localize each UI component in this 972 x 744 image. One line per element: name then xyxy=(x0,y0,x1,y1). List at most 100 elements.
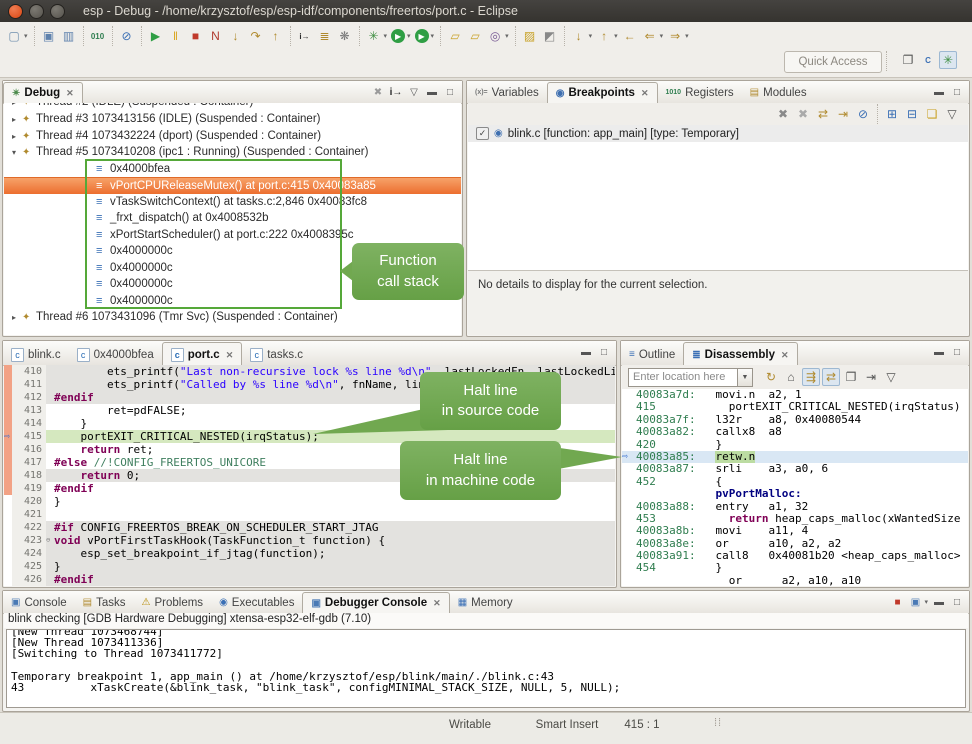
maximize-icon[interactable]: □ xyxy=(596,344,612,360)
remove-all-terminated-icon[interactable]: ✖ xyxy=(370,84,386,100)
terminate-icon[interactable]: ■ xyxy=(889,594,905,610)
view-menu-icon[interactable]: ▽ xyxy=(406,84,422,100)
forward-icon[interactable]: ⇒ xyxy=(666,27,684,45)
debug-tree-frame-row[interactable]: ≡xPortStartScheduler() at port.c:222 0x4… xyxy=(4,227,461,244)
breakpoint-row[interactable]: ✓ ◉ blink.c [function: app_main] [type: … xyxy=(468,125,968,142)
disassembly-listing[interactable]: 40083a7d: movi.n a2, 1415 portEXIT_CRITI… xyxy=(622,389,968,586)
step-return-icon[interactable]: ↑ xyxy=(267,27,285,45)
new-cpp-project-icon[interactable]: ▱ xyxy=(446,27,464,45)
binary-literals-icon[interactable]: 010 xyxy=(89,27,107,45)
track-expression-icon[interactable]: ⇄ xyxy=(822,368,840,386)
console-output[interactable]: [New Thread 1073468744][New Thread 10734… xyxy=(6,629,966,708)
link-with-debug-view-icon[interactable]: ❏ xyxy=(923,105,941,123)
disconnect-icon[interactable]: N xyxy=(207,27,225,45)
run-dropdown-icon[interactable]: ▾ xyxy=(407,32,411,40)
tree-expand-icon[interactable]: ▸ xyxy=(12,129,22,146)
debug-tree-thread-row[interactable]: ▸✦Thread #4 1073432224 (dport) (Suspende… xyxy=(4,128,461,145)
remove-selected-breakpoint-icon[interactable]: ✖ xyxy=(774,105,792,123)
maximize-icon[interactable]: □ xyxy=(949,84,965,100)
tab-close-icon[interactable]: ✕ xyxy=(641,88,649,99)
tab-outline[interactable]: ≡Outline xyxy=(621,342,683,365)
location-input[interactable]: Enter location here xyxy=(628,368,738,387)
search-icon[interactable]: ◎ xyxy=(486,27,504,45)
tab-0x4000bfea[interactable]: c0x4000bfea xyxy=(69,342,162,365)
tab-debug[interactable]: ✴Debug✕ xyxy=(3,82,83,103)
remove-all-breakpoints-icon[interactable]: ✖ xyxy=(794,105,812,123)
debug-tree-frame-row[interactable]: ≡vPortCPUReleaseMutex() at port.c:415 0x… xyxy=(4,177,461,194)
tab-blink-c[interactable]: cblink.c xyxy=(3,342,69,365)
tab-breakpoints[interactable]: ◉Breakpoints✕ xyxy=(547,82,658,103)
tab-debugger-console[interactable]: ▣Debugger Console✕ xyxy=(302,592,449,613)
tab-close-icon[interactable]: ✕ xyxy=(433,598,441,609)
tree-expand-icon[interactable]: ▸ xyxy=(12,310,22,327)
minimize-icon[interactable]: ▬ xyxy=(931,594,947,610)
display-selected-console-icon[interactable]: ▣ xyxy=(907,594,923,610)
debug-tree-thread-row[interactable]: ▾✦Thread #5 1073410208 (ipc1 : Running) … xyxy=(4,144,461,161)
new-dropdown-icon[interactable]: ▾ xyxy=(24,32,28,40)
view-menu-icon[interactable]: ▽ xyxy=(882,368,900,386)
next-annotation-icon[interactable]: ↑ xyxy=(595,27,613,45)
pin-icon[interactable]: ⇥ xyxy=(862,368,880,386)
minimize-icon[interactable]: ▬ xyxy=(931,344,947,360)
toggle-mark-occurrences-icon[interactable]: ▨ xyxy=(521,27,539,45)
back-history-icon[interactable]: ← xyxy=(621,27,639,45)
skip-all-breakpoints-icon[interactable]: ⊘ xyxy=(118,27,136,45)
last-edit-location-icon[interactable]: ↓ xyxy=(570,27,588,45)
save-all-icon[interactable]: ▥ xyxy=(60,27,78,45)
display-selected-console-dropdown-icon[interactable]: ▾ xyxy=(924,598,928,606)
breakpoints-list[interactable]: ✓ ◉ blink.c [function: app_main] [type: … xyxy=(468,125,968,270)
open-new-view-icon[interactable]: ❐ xyxy=(842,368,860,386)
tab-variables[interactable]: (x)=Variables xyxy=(467,82,547,103)
open-folder-icon[interactable]: ▱ xyxy=(466,27,484,45)
minimize-icon[interactable]: ▬ xyxy=(578,344,594,360)
view-menu-icon[interactable]: ▽ xyxy=(943,105,961,123)
debug-tree-frame-row[interactable]: ≡_frxt_dispatch() at 0x4008532b xyxy=(4,210,461,227)
skip-all-breakpoints-icon[interactable]: ⊘ xyxy=(854,105,872,123)
open-perspective-icon[interactable]: ❐ xyxy=(899,51,917,69)
show-breakpoints-supported-icon[interactable]: ⇄ xyxy=(814,105,832,123)
quick-access-button[interactable]: Quick Access xyxy=(784,51,882,73)
tab-modules[interactable]: ▤Modules xyxy=(742,82,815,103)
debug-tree[interactable]: ▸✦Thread #2 (IDLE) (Suspended : Containe… xyxy=(4,103,461,335)
show-source-icon[interactable]: ⇶ xyxy=(802,368,820,386)
resume-icon[interactable]: ▶ xyxy=(147,27,165,45)
next-annotation-dropdown-icon[interactable]: ▾ xyxy=(614,32,618,40)
tab-close-icon[interactable]: ✕ xyxy=(781,350,789,361)
tab-memory[interactable]: ▦Memory xyxy=(450,592,521,613)
collapse-all-icon[interactable]: ⊟ xyxy=(903,105,921,123)
external-tools-icon[interactable]: ▶ xyxy=(415,29,429,43)
tab-close-icon[interactable]: ✕ xyxy=(66,88,74,99)
tab-executables[interactable]: ◉Executables xyxy=(211,592,302,613)
debug-tree-frame-row[interactable]: ≡0x4000bfea xyxy=(4,161,461,178)
tab-close-icon[interactable]: ✕ xyxy=(226,350,234,361)
maximize-icon[interactable]: □ xyxy=(949,594,965,610)
maximize-icon[interactable]: □ xyxy=(442,84,458,100)
back-dropdown-icon[interactable]: ▾ xyxy=(660,32,664,40)
debug-perspective-icon[interactable]: ✳ xyxy=(939,51,957,69)
debug-tree-thread-row[interactable]: ▸✦Thread #3 1073413156 (IDLE) (Suspended… xyxy=(4,111,461,128)
back-icon[interactable]: ⇐ xyxy=(641,27,659,45)
expand-all-icon[interactable]: ⊞ xyxy=(883,105,901,123)
minimize-icon[interactable]: ▬ xyxy=(931,84,947,100)
search-dropdown-icon[interactable]: ▾ xyxy=(505,32,509,40)
fold-icon[interactable]: ⊖ xyxy=(46,534,54,547)
maximize-icon[interactable]: □ xyxy=(949,344,965,360)
instruction-stepping-icon[interactable]: i→ xyxy=(296,27,314,45)
minimize-icon[interactable]: ▬ xyxy=(424,84,440,100)
location-dropdown-icon[interactable]: ▼ xyxy=(738,368,753,387)
tab-tasks[interactable]: ▤Tasks xyxy=(75,592,134,613)
instruction-stepping-mode-icon[interactable]: i→ xyxy=(388,84,404,100)
statusbar-drag-handle[interactable]: ⁞⁞ xyxy=(714,717,722,729)
terminate-icon[interactable]: ■ xyxy=(187,27,205,45)
forward-dropdown-icon[interactable]: ▾ xyxy=(685,32,689,40)
window-maximize-button[interactable] xyxy=(50,4,65,19)
home-icon[interactable]: ⌂ xyxy=(782,368,800,386)
external-tools-dropdown-icon[interactable]: ▾ xyxy=(431,32,435,40)
go-to-file-for-breakpoint-icon[interactable]: ⇥ xyxy=(834,105,852,123)
use-step-filters-icon[interactable]: ❋ xyxy=(336,27,354,45)
tab-problems[interactable]: ⚠Problems xyxy=(134,592,212,613)
step-over-icon[interactable]: ↷ xyxy=(247,27,265,45)
run-icon[interactable]: ▶ xyxy=(391,29,405,43)
breakpoint-checkbox[interactable]: ✓ xyxy=(476,127,489,140)
suspend-icon[interactable]: ‖ xyxy=(167,27,185,45)
